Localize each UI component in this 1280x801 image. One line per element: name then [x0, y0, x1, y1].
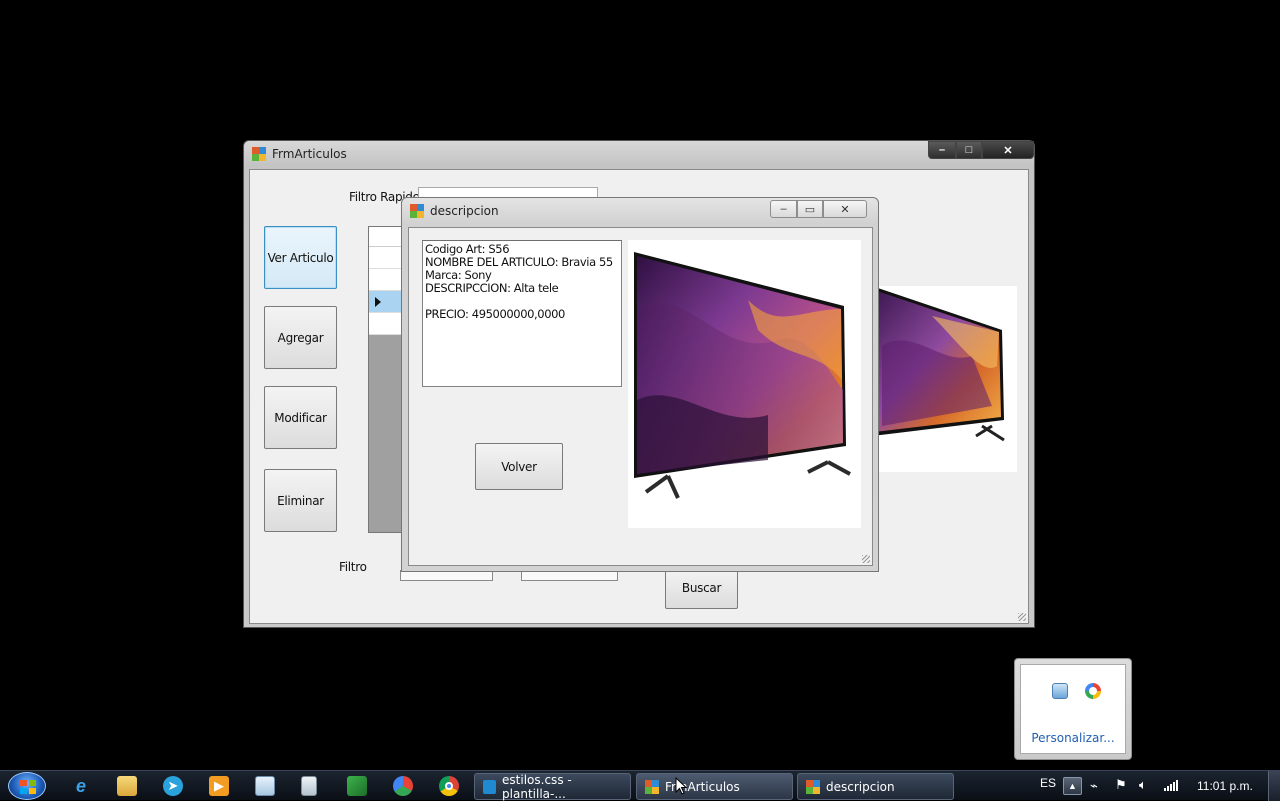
- action-center-flag-icon[interactable]: ⚑: [1115, 777, 1127, 793]
- form-app-icon: [252, 147, 266, 161]
- app-icon[interactable]: [347, 776, 367, 796]
- browser-tray-icon[interactable]: [1085, 683, 1101, 699]
- article-details-textbox[interactable]: Codigo Art: S56 NOMBRE DEL ARTICULO: Bra…: [422, 240, 622, 387]
- article-image-dialog: [628, 240, 861, 528]
- dialog-maximize-button[interactable]: ▭: [797, 200, 823, 218]
- network-signal-icon[interactable]: [1164, 779, 1178, 791]
- power-icon[interactable]: ⌁: [1090, 778, 1098, 794]
- main-caption-buttons: – □ ✕: [928, 141, 1034, 159]
- notepad-icon[interactable]: [255, 776, 275, 796]
- maximize-button[interactable]: □: [956, 141, 982, 159]
- taskbar-task-frmarticulos[interactable]: FrmArticulos: [636, 773, 793, 800]
- telegram-icon[interactable]: ➤: [163, 776, 183, 796]
- agregar-button[interactable]: Agregar: [264, 306, 337, 369]
- descripcion-line: DESCRIPCCION: Alta tele: [425, 281, 559, 295]
- task-label: estilos.css - plantilla-...: [502, 772, 572, 801]
- close-button[interactable]: ✕: [982, 141, 1034, 159]
- personalizar-link[interactable]: Personalizar...: [1021, 731, 1125, 745]
- row-pointer-icon: [375, 297, 381, 307]
- taskbar-task-descripcion[interactable]: descripcion: [797, 773, 954, 800]
- dialog-minimize-button[interactable]: –: [770, 200, 797, 218]
- calculator-icon[interactable]: [301, 776, 317, 796]
- dialog-client-area: Codigo Art: S56 NOMBRE DEL ARTICULO: Bra…: [408, 227, 873, 566]
- resize-grip-icon[interactable]: [862, 555, 870, 563]
- main-window-title: FrmArticulos: [272, 147, 347, 161]
- buscar-button[interactable]: Buscar: [665, 567, 738, 609]
- internet-explorer-icon[interactable]: e: [71, 776, 91, 796]
- form-app-icon: [410, 204, 424, 218]
- tray-overflow-popup: Personalizar...: [1014, 658, 1132, 760]
- vscode-icon: [483, 779, 497, 794]
- form-app-icon: [645, 779, 659, 794]
- eliminar-button[interactable]: Eliminar: [264, 469, 337, 532]
- clock[interactable]: 11:01 p.m.: [1197, 779, 1257, 793]
- volume-icon[interactable]: 🔈︎: [1139, 777, 1147, 793]
- modificar-button[interactable]: Modificar: [264, 386, 337, 449]
- tv-image: [872, 286, 1005, 442]
- file-explorer-icon[interactable]: [117, 776, 137, 796]
- network-tray-icon[interactable]: [1052, 683, 1068, 699]
- browser-icon[interactable]: [393, 776, 413, 796]
- filtro-label: Filtro: [339, 560, 367, 574]
- resize-grip-icon[interactable]: [1018, 613, 1026, 621]
- tv-image: [634, 252, 851, 499]
- taskbar-task-vscode[interactable]: estilos.css - plantilla-...: [474, 772, 631, 801]
- volver-button[interactable]: Volver: [475, 443, 563, 490]
- precio-line: PRECIO: 495000000,0000: [425, 307, 565, 321]
- dialog-close-button[interactable]: ✕: [823, 200, 867, 218]
- dialog-title: descripcion: [430, 204, 499, 218]
- desktop: FrmArticulos – □ ✕ Filtro Rapido Ver Art…: [0, 0, 1280, 801]
- start-button[interactable]: [8, 772, 46, 800]
- main-titlebar[interactable]: FrmArticulos: [244, 141, 1034, 167]
- show-desktop-button[interactable]: [1268, 771, 1280, 801]
- mouse-cursor-icon: [675, 777, 687, 795]
- minimize-button[interactable]: –: [928, 141, 956, 159]
- chrome-icon[interactable]: [439, 776, 459, 796]
- show-hidden-icons-button[interactable]: ▲: [1063, 777, 1082, 795]
- language-indicator[interactable]: ES: [1040, 776, 1056, 790]
- form-app-icon: [806, 779, 820, 794]
- article-image-main: [872, 286, 1017, 472]
- media-player-icon[interactable]: ▶: [209, 776, 229, 796]
- taskbar: e ➤ ▶ estilos.css - plantilla-... FrmArt…: [0, 770, 1280, 801]
- ver-articulo-button[interactable]: Ver Articulo: [264, 226, 337, 289]
- task-label: descripcion: [826, 779, 895, 794]
- descripcion-dialog: descripcion – ▭ ✕ Codigo Art: S56 NOMBRE…: [401, 197, 879, 572]
- windows-logo-icon: [20, 780, 36, 794]
- tray-overflow-panel: Personalizar...: [1020, 664, 1126, 754]
- dialog-caption-buttons: – ▭ ✕: [770, 200, 867, 218]
